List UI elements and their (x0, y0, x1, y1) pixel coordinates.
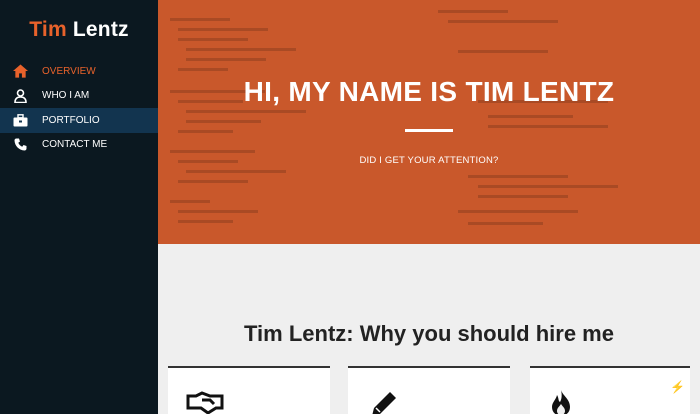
brand-last-name: Lentz (72, 18, 129, 41)
hero-banner: HI, MY NAME IS TIM LENTZ DID I GET YOUR … (158, 0, 700, 244)
sidebar: Tim Lentz OVERVIEW WHO I AM PORTFOLIO CO… (0, 0, 158, 414)
phone-icon (12, 137, 28, 153)
nav-item-label: PORTFOLIO (42, 114, 100, 126)
nav-item-label: CONTACT ME (42, 139, 108, 151)
hero-title: HI, MY NAME IS TIM LENTZ (243, 76, 615, 107)
brand-logo[interactable]: Tim Lentz (0, 18, 158, 42)
nav-item-overview[interactable]: OVERVIEW (0, 59, 158, 84)
feature-card (348, 366, 510, 414)
nav-item-who-i-am[interactable]: WHO I AM (0, 84, 158, 109)
code-background-image (170, 10, 618, 225)
sidebar-nav: OVERVIEW WHO I AM PORTFOLIO CONTACT ME (0, 59, 158, 157)
briefcase-icon (12, 112, 28, 128)
pencil-icon (368, 390, 398, 414)
section-title: Tim Lentz: Why you should hire me (244, 321, 614, 346)
fire-icon (548, 390, 574, 414)
feature-card (168, 366, 330, 414)
feature-card: ⚡ (530, 366, 690, 414)
nav-item-label: WHO I AM (42, 90, 90, 102)
hero-subtitle: DID I GET YOUR ATTENTION? (359, 155, 499, 166)
brand-first-name: Tim (29, 18, 67, 41)
hero-divider (405, 129, 453, 132)
nav-item-label: OVERVIEW (42, 65, 96, 77)
handshake-icon (186, 390, 224, 414)
user-icon (12, 88, 28, 104)
lightning-icon[interactable]: ⚡ (670, 380, 685, 394)
nav-item-contact-me[interactable]: CONTACT ME (0, 133, 158, 158)
home-icon (12, 63, 28, 79)
nav-item-portfolio[interactable]: PORTFOLIO (0, 108, 158, 133)
